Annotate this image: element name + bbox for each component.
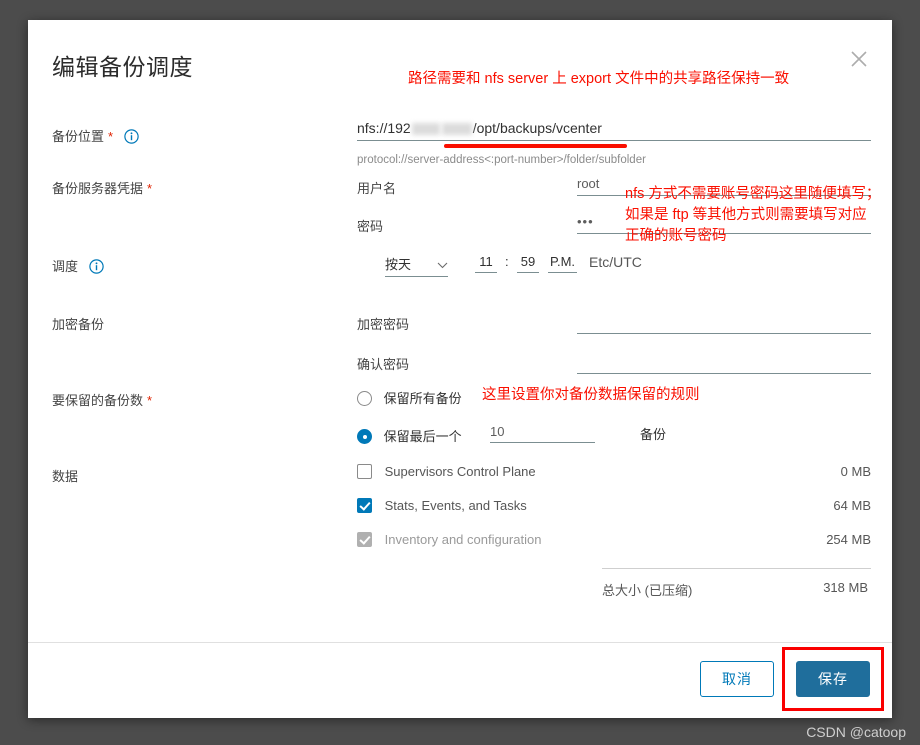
schedule-frequency-select[interactable]: 按天 — [385, 254, 448, 277]
backup-location-input[interactable]: nfs://192/opt/backups/vcenter — [357, 120, 871, 141]
data-item-row: Inventory and configuration 254 MB — [357, 532, 871, 547]
page-title: 编辑备份调度 — [52, 54, 193, 80]
save-button[interactable]: 保存 — [796, 661, 870, 697]
schedule-minute-value: 59 — [520, 254, 536, 269]
annotation-credentials-line2: 如果是 ftp 等其他方式则需要填写对应 — [625, 207, 867, 223]
data-item-row[interactable]: Stats, Events, and Tasks 64 MB — [357, 498, 871, 513]
annotation-retention: 这里设置你对备份数据保留的规则 — [482, 387, 700, 403]
retention-label: 要保留的备份数 * — [52, 393, 153, 408]
data-total-label: 总大小 (已压缩) — [602, 583, 693, 598]
data-item-size: 0 MB — [840, 464, 871, 479]
required-marker: * — [147, 181, 153, 196]
schedule-meridiem-select[interactable]: P.M. — [548, 254, 577, 273]
backup-location-hint: protocol://server-address<:port-number>/… — [357, 154, 646, 166]
retention-count-input[interactable]: 10 — [490, 424, 595, 443]
data-total-divider — [602, 568, 871, 569]
watermark: CSDN @catoop — [806, 724, 906, 740]
backup-location-value-prefix: nfs://192 — [357, 120, 411, 136]
schedule-time-separator: : — [505, 254, 509, 269]
encryption-confirm-input[interactable] — [577, 352, 871, 374]
schedule-label: 调度 — [52, 256, 104, 277]
data-item-size: 254 MB — [826, 532, 871, 547]
data-item-row[interactable]: Supervisors Control Plane 0 MB — [357, 464, 871, 479]
retention-keep-last-label: 保留最后一个 — [383, 429, 462, 444]
chevron-down-icon — [437, 257, 448, 272]
edit-backup-schedule-dialog: 编辑备份调度 备份位置 * nfs://192/opt/backups/vcent… — [28, 20, 892, 718]
retention-keep-all-option[interactable]: 保留所有备份 — [357, 388, 462, 407]
close-icon[interactable] — [848, 48, 870, 70]
row-encryption: 加密备份 加密密码 确认密码 — [52, 296, 871, 382]
data-item-label: Stats, Events, and Tasks — [384, 498, 527, 513]
checkbox-inventory-and-configuration — [357, 532, 372, 547]
username-label: 用户名 — [357, 181, 397, 196]
backup-schedule-form: 备份位置 * nfs://192/opt/backups/vcenter prot… — [52, 102, 871, 600]
dialog-footer: 取消 保存 — [28, 642, 892, 718]
redacted-ip-part-1 — [411, 123, 440, 136]
schedule-frequency-value: 按天 — [385, 257, 412, 272]
row-schedule: 调度 按天 11 : 59 P.M. Etc/UTC — [52, 248, 868, 296]
retention-keep-last-option[interactable]: 保留最后一个 — [357, 426, 462, 445]
redacted-ip-part-2 — [441, 123, 472, 136]
password-label: 密码 — [357, 219, 384, 234]
radio-keep-all[interactable] — [357, 391, 372, 406]
data-item-size: 64 MB — [833, 498, 871, 513]
backup-location-label: 备份位置 * — [52, 126, 139, 147]
radio-keep-last[interactable] — [357, 429, 372, 444]
encryption-label: 加密备份 — [52, 317, 105, 332]
encryption-password-label: 加密密码 — [357, 317, 410, 332]
data-item-label: Supervisors Control Plane — [384, 464, 536, 479]
checkbox-supervisors-control-plane[interactable] — [357, 464, 372, 479]
encryption-confirm-label: 确认密码 — [357, 357, 410, 372]
schedule-timezone: Etc/UTC — [589, 254, 642, 270]
schedule-meridiem-value: P.M. — [549, 254, 576, 269]
data-total-size: 318 MB — [823, 580, 868, 595]
retention-count-value: 10 — [490, 424, 505, 439]
info-icon[interactable] — [124, 129, 139, 147]
username-value: root — [577, 176, 600, 191]
retention-count-unit: 备份 — [640, 427, 667, 442]
annotation-credentials-line3: 正确的账号密码 — [625, 228, 727, 244]
data-item-label: Inventory and configuration — [384, 532, 542, 547]
schedule-hour-input[interactable]: 11 — [475, 254, 497, 273]
schedule-minute-input[interactable]: 59 — [517, 254, 539, 273]
data-label: 数据 — [52, 469, 79, 484]
row-retention: 要保留的备份数 * 保留所有备份 保留最后一个 10 备份 — [52, 382, 868, 460]
cancel-button[interactable]: 取消 — [700, 661, 774, 697]
encryption-password-input[interactable] — [577, 312, 871, 334]
row-data: 数据 Supervisors Control Plane 0 MB Stats,… — [52, 460, 871, 600]
path-underline-annotation — [444, 144, 627, 148]
checkbox-stats-events-tasks[interactable] — [357, 498, 372, 513]
required-marker: * — [108, 129, 114, 144]
annotation-credentials-line1: nfs 方式不需要账号密码这里随便填写； — [625, 186, 881, 202]
required-marker: * — [147, 393, 153, 408]
schedule-hour-value: 11 — [479, 254, 493, 269]
info-icon[interactable] — [88, 259, 104, 277]
retention-keep-all-label: 保留所有备份 — [383, 391, 462, 406]
row-backup-location: 备份位置 * nfs://192/opt/backups/vcenter prot… — [52, 102, 871, 166]
password-value: ••• — [577, 214, 594, 229]
backup-credentials-label: 备份服务器凭据 * — [52, 181, 153, 196]
annotation-path: 路径需要和 nfs server 上 export 文件中的共享路径保持一致 — [408, 71, 790, 87]
backup-location-value-suffix: /opt/backups/vcenter — [472, 120, 602, 136]
